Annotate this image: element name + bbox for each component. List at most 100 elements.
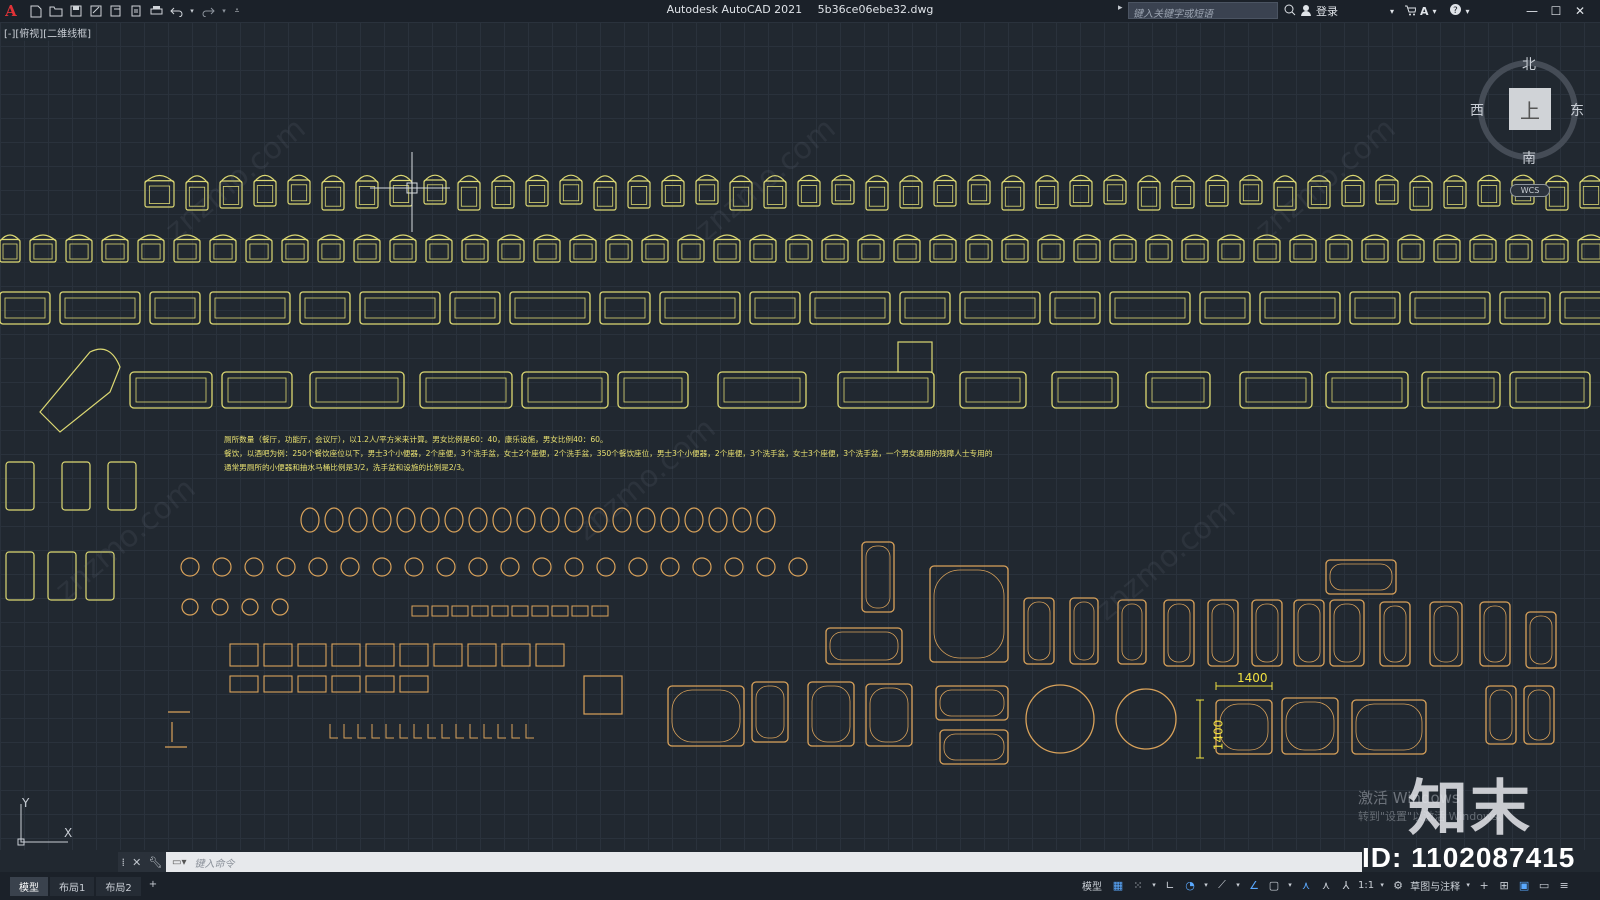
- chair-symbol: [465, 243, 485, 260]
- workspace-gear-icon[interactable]: ⚙: [1390, 877, 1406, 893]
- tab-model[interactable]: 模型: [10, 877, 48, 896]
- counter-symbol: [229, 675, 259, 693]
- redo-dropdown-icon[interactable]: ▾: [220, 3, 228, 19]
- isodraft-dropdown-icon[interactable]: ▾: [1234, 877, 1242, 893]
- autocad-logo-icon[interactable]: A: [0, 0, 22, 22]
- accessory-symbol: [497, 724, 506, 739]
- sofa-symbol: [135, 377, 207, 403]
- round-tub-symbol: [1025, 684, 1095, 754]
- autodesk-a-icon[interactable]: A: [1420, 5, 1429, 18]
- tab-layout1[interactable]: 布局1: [50, 877, 95, 896]
- search-icon[interactable]: [1284, 4, 1296, 19]
- annotation-monitor-icon[interactable]: +: [1476, 877, 1492, 893]
- user-icon[interactable]: [1300, 4, 1312, 19]
- undo-icon[interactable]: [168, 3, 184, 19]
- sofa-symbol: [449, 291, 501, 325]
- close-command-line-icon[interactable]: ✕: [132, 856, 141, 869]
- close-icon[interactable]: ✕: [1568, 2, 1592, 20]
- polar-tracking-icon[interactable]: ◔: [1182, 877, 1198, 893]
- grip-icon[interactable]: ⁞: [122, 856, 126, 869]
- compass-north[interactable]: 北: [1522, 54, 1536, 74]
- search-input[interactable]: 键入关键字或短语: [1128, 2, 1278, 19]
- compass-south[interactable]: 南: [1522, 148, 1536, 168]
- chair-symbol: [573, 243, 593, 260]
- sink-symbol: [551, 605, 569, 617]
- sofa-symbol: [717, 371, 807, 409]
- command-input[interactable]: ▭▾ 键入命令: [166, 852, 1362, 872]
- a360-dropdown-icon[interactable]: ▾: [1433, 7, 1437, 16]
- customization-menu-icon[interactable]: ≡: [1556, 877, 1572, 893]
- maximize-icon[interactable]: ☐: [1544, 2, 1568, 20]
- viewcube[interactable]: 上 北 南 东 西: [1470, 57, 1584, 168]
- ortho-icon[interactable]: ∟: [1162, 877, 1178, 893]
- compass-west[interactable]: 西: [1470, 100, 1484, 120]
- toilet-symbol: [684, 507, 704, 533]
- annotation-visibility-icon[interactable]: ⋏: [1298, 877, 1314, 893]
- compass-east[interactable]: 东: [1570, 100, 1584, 120]
- redo-icon[interactable]: [200, 3, 216, 19]
- basin-symbol: [372, 557, 392, 577]
- model-space-button[interactable]: 模型: [1082, 878, 1102, 893]
- units-icon[interactable]: ⊞: [1496, 877, 1512, 893]
- basin-symbol: [564, 557, 584, 577]
- open-web-icon[interactable]: [108, 3, 124, 19]
- customize-wrench-icon[interactable]: 🔧︎: [148, 856, 162, 869]
- chair-symbol: [1069, 174, 1093, 183]
- annotation-scale-icon[interactable]: ⅄: [1338, 877, 1354, 893]
- save-web-icon[interactable]: [128, 3, 144, 19]
- quick-properties-icon[interactable]: ▣: [1516, 877, 1532, 893]
- bathtub-symbol: [1485, 685, 1517, 745]
- annotation-scale-value[interactable]: 1:1: [1358, 880, 1374, 891]
- counter-symbol: [263, 675, 293, 693]
- recent-commands-icon[interactable]: ▭▾: [172, 857, 186, 868]
- undo-dropdown-icon[interactable]: ▾: [188, 3, 196, 19]
- accessory-symbol: [357, 724, 366, 739]
- cart-icon[interactable]: [1404, 4, 1417, 19]
- help-dropdown-icon[interactable]: ▾: [1466, 7, 1470, 16]
- object-snap-dropdown-icon[interactable]: ▾: [1286, 877, 1294, 893]
- chair-symbol: [1412, 186, 1430, 207]
- basin-symbol: [404, 557, 424, 577]
- viewcube-top-face[interactable]: 上: [1509, 88, 1551, 130]
- chair-symbol: [1375, 174, 1399, 182]
- workspace-dropdown-icon[interactable]: ▾: [1464, 877, 1472, 893]
- chair-symbol: [933, 174, 957, 183]
- snap-dropdown-icon[interactable]: ▾: [1150, 877, 1158, 893]
- snap-icon[interactable]: ⁙: [1130, 877, 1146, 893]
- chair-symbol: [324, 186, 342, 207]
- minimize-icon[interactable]: —: [1520, 2, 1544, 20]
- scale-dropdown-icon[interactable]: ▾: [1378, 877, 1386, 893]
- isodraft-icon[interactable]: ⟋: [1214, 877, 1230, 893]
- sofa-symbol: [1504, 297, 1546, 319]
- save-as-icon[interactable]: [88, 3, 104, 19]
- workspace-switch[interactable]: 草图与注释: [1410, 878, 1460, 893]
- sofa-symbol: [1054, 297, 1096, 319]
- grid-icon[interactable]: ▦: [1110, 877, 1126, 893]
- chair-symbol: [834, 184, 852, 202]
- signin-dropdown-icon[interactable]: ▾: [1390, 7, 1394, 16]
- open-file-icon[interactable]: [48, 3, 64, 19]
- chair-symbol: [321, 243, 341, 260]
- viewport-controls[interactable]: [-][俯视][二维线框]: [2, 24, 94, 41]
- bathtub-symbol: [869, 687, 909, 743]
- auto-scale-icon[interactable]: ⋏: [1318, 877, 1334, 893]
- tab-layout2[interactable]: 布局2: [96, 877, 141, 896]
- object-snap-icon[interactable]: ▢: [1266, 877, 1282, 893]
- wcs-menu[interactable]: WCS: [1510, 184, 1550, 197]
- drawing-area[interactable]: znzmo.com znzmo.com znzmo.com znzmo.com …: [0, 22, 1600, 850]
- chair-symbol: [1077, 243, 1097, 260]
- signin-button[interactable]: 登录: [1316, 3, 1338, 19]
- expand-search-icon[interactable]: ▸: [1118, 3, 1123, 13]
- add-layout-button[interactable]: +: [143, 877, 163, 896]
- customize-toolbar-icon[interactable]: ⩡: [232, 3, 242, 19]
- isolate-objects-icon[interactable]: ▭: [1536, 877, 1552, 893]
- new-file-icon[interactable]: [28, 3, 44, 19]
- chair-symbol: [1113, 243, 1133, 260]
- sofa-symbol: [521, 371, 609, 409]
- layout-tabs: 模型 布局1 布局2 +: [10, 877, 163, 896]
- help-icon[interactable]: ?: [1449, 3, 1462, 19]
- plot-icon[interactable]: [148, 3, 164, 19]
- save-icon[interactable]: [68, 3, 84, 19]
- object-snap-tracking-icon[interactable]: ∠: [1246, 877, 1262, 893]
- polar-dropdown-icon[interactable]: ▾: [1202, 877, 1210, 893]
